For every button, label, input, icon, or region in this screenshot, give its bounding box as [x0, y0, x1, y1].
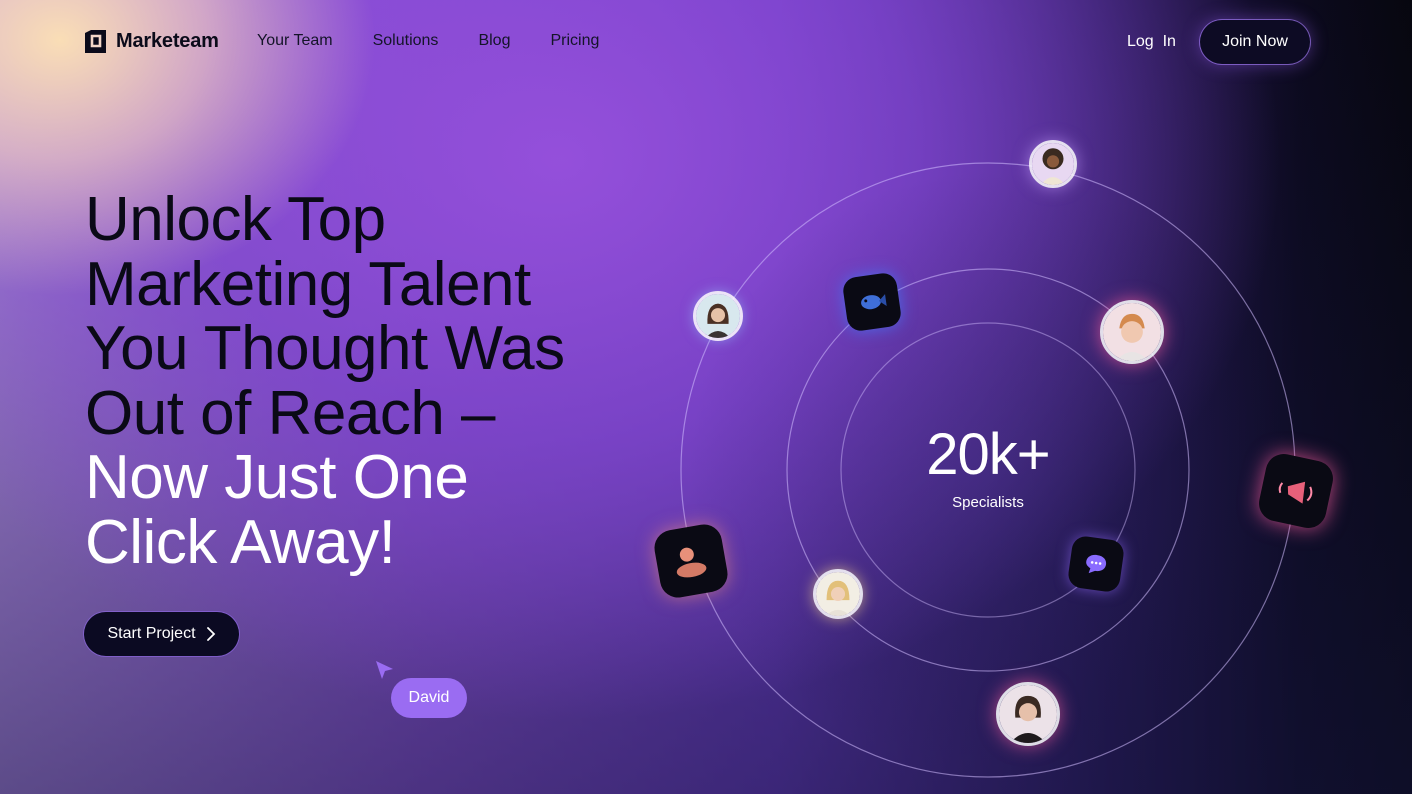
- chat-app-icon[interactable]: [1066, 534, 1126, 594]
- headline-line-highlight: Now Just One: [85, 443, 469, 512]
- headline-line-highlight: Click Away!: [85, 507, 396, 577]
- chevron-right-icon: [206, 627, 215, 641]
- avatar[interactable]: [693, 291, 743, 341]
- brand-name: Marketeam: [116, 30, 219, 52]
- brand-logo[interactable]: Marketeam: [83, 29, 219, 54]
- top-navigation: Marketeam Your Team Solutions Blog Prici…: [0, 0, 1412, 84]
- cursor-arrow-icon: [376, 661, 393, 679]
- join-now-button[interactable]: Join Now: [1200, 20, 1310, 64]
- collaborator-cursor-tag: David: [391, 678, 467, 718]
- logo-icon: [85, 30, 106, 53]
- nav-link-blog[interactable]: Blog: [478, 32, 510, 50]
- nav-links: Your Team Solutions Blog Pricing: [257, 32, 599, 50]
- people-app-icon[interactable]: [651, 521, 731, 601]
- start-project-button[interactable]: Start Project: [84, 612, 239, 656]
- avatar[interactable]: [1100, 300, 1164, 364]
- nav-link-pricing[interactable]: Pricing: [550, 32, 599, 50]
- headline-line: Unlock Top: [85, 185, 386, 254]
- nav-link-solutions[interactable]: Solutions: [373, 32, 439, 50]
- avatar[interactable]: [996, 682, 1060, 746]
- login-link[interactable]: Log In: [1127, 33, 1176, 51]
- specialists-count: 20k+: [926, 422, 1050, 487]
- nav-link-your-team[interactable]: Your Team: [257, 32, 333, 50]
- avatar[interactable]: [1029, 140, 1077, 188]
- avatar[interactable]: [813, 569, 863, 619]
- hero-headline: Unlock Top Marketing Talent You Thought …: [85, 185, 645, 577]
- headline-line: You Thought Was: [85, 314, 565, 383]
- fish-app-icon[interactable]: [841, 271, 903, 333]
- headline-line: Out of Reach –: [85, 378, 496, 448]
- specialists-label: Specialists: [952, 494, 1024, 511]
- headline-line: Marketing Talent: [85, 249, 531, 319]
- megaphone-app-icon[interactable]: [1255, 450, 1337, 532]
- start-project-label: Start Project: [107, 625, 196, 642]
